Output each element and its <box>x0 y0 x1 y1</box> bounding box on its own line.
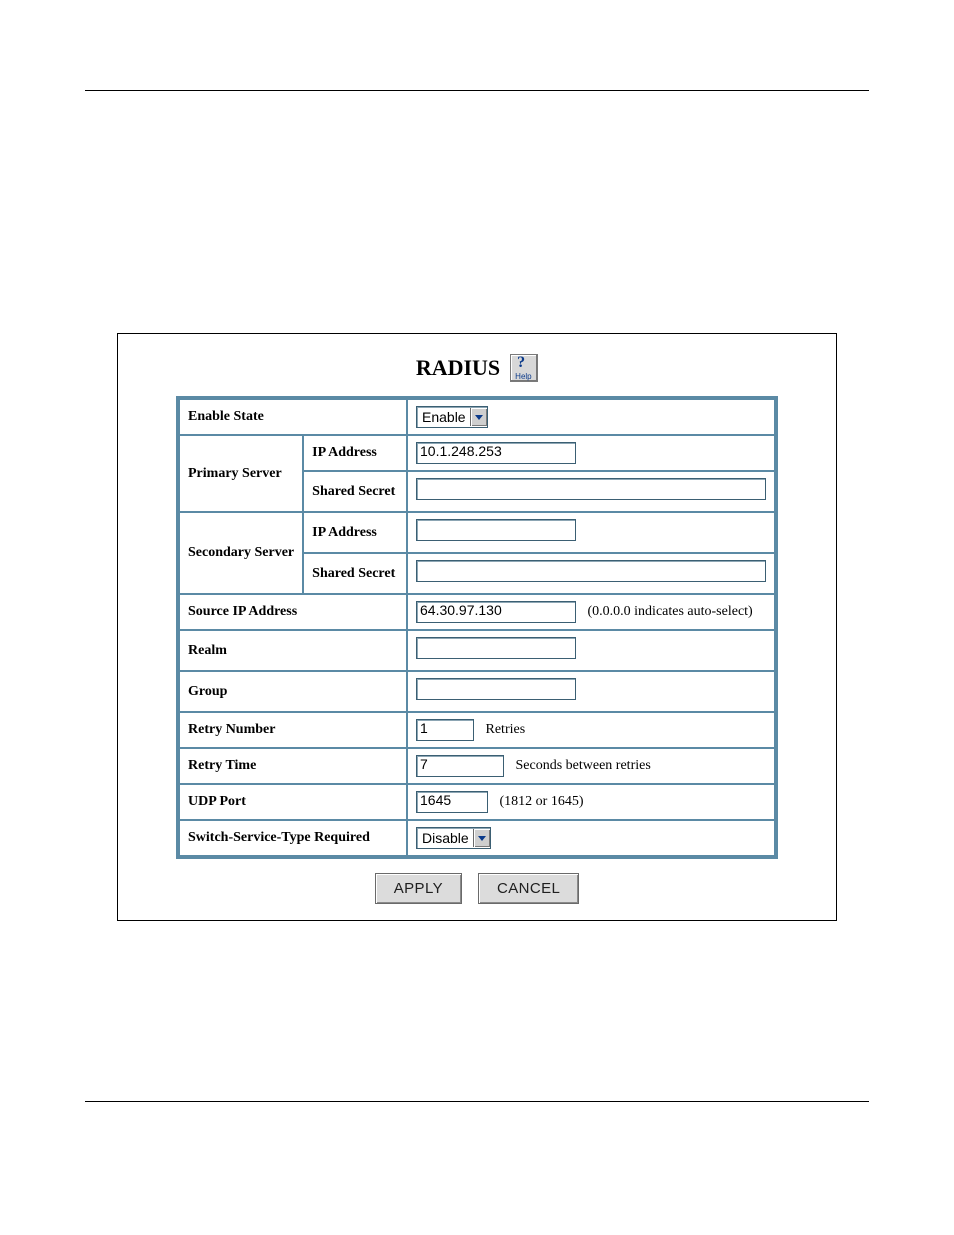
cell-realm <box>407 630 775 671</box>
retry-number-hint: Retries <box>486 722 526 738</box>
apply-button[interactable]: APPLY <box>375 873 462 904</box>
udp-port-input[interactable]: 1645 <box>416 791 488 813</box>
chevron-down-icon <box>470 408 487 426</box>
retry-time-input[interactable]: 7 <box>416 755 504 777</box>
group-input[interactable] <box>416 678 576 700</box>
cell-retry-number: 1 Retries <box>407 712 775 748</box>
cell-primary-secret <box>407 471 775 512</box>
label-group: Group <box>179 671 407 712</box>
label-secondary-secret: Shared Secret <box>303 553 407 594</box>
label-source-ip: Source IP Address <box>179 594 407 630</box>
enable-state-value: Enable <box>420 409 470 425</box>
switch-service-type-select[interactable]: Disable <box>416 827 491 849</box>
radius-form-table: Enable State Enable Primary Server IP Ad… <box>178 398 776 857</box>
retry-number-input[interactable]: 1 <box>416 719 474 741</box>
cell-primary-ip: 10.1.248.253 <box>407 435 775 471</box>
label-enable-state: Enable State <box>179 399 407 435</box>
chevron-down-icon <box>473 829 490 847</box>
secondary-ip-input[interactable] <box>416 519 576 541</box>
cancel-button[interactable]: CANCEL <box>478 873 579 904</box>
cell-udp-port: 1645 (1812 or 1645) <box>407 784 775 820</box>
cell-switch-service-type: Disable <box>407 820 775 856</box>
cell-retry-time: 7 Seconds between retries <box>407 748 775 784</box>
bottom-separator <box>85 1101 869 1102</box>
label-retry-number: Retry Number <box>179 712 407 748</box>
source-ip-hint: (0.0.0.0 indicates auto-select) <box>588 604 753 620</box>
source-ip-input[interactable]: 64.30.97.130 <box>416 601 576 623</box>
cell-secondary-ip <box>407 512 775 553</box>
label-secondary-ip: IP Address <box>303 512 407 553</box>
udp-port-hint: (1812 or 1645) <box>500 794 584 810</box>
primary-ip-input[interactable]: 10.1.248.253 <box>416 442 576 464</box>
cell-source-ip: 64.30.97.130 (0.0.0.0 indicates auto-sel… <box>407 594 775 630</box>
label-primary-server: Primary Server <box>179 435 303 512</box>
help-button[interactable]: ? Help <box>510 354 538 382</box>
label-switch-service-type: Switch-Service-Type Required <box>179 820 407 856</box>
switch-service-type-value: Disable <box>420 830 473 846</box>
retry-time-hint: Seconds between retries <box>516 758 651 774</box>
cell-group <box>407 671 775 712</box>
top-separator <box>85 90 869 91</box>
help-button-label: Help <box>515 372 531 381</box>
enable-state-select[interactable]: Enable <box>416 406 488 428</box>
help-icon: ? <box>517 354 525 372</box>
label-udp-port: UDP Port <box>179 784 407 820</box>
radius-panel: RADIUS ? Help Enable State Enable <box>117 333 837 921</box>
label-primary-ip: IP Address <box>303 435 407 471</box>
cell-enable-state: Enable <box>407 399 775 435</box>
label-realm: Realm <box>179 630 407 671</box>
secondary-secret-input[interactable] <box>416 560 766 582</box>
label-retry-time: Retry Time <box>179 748 407 784</box>
label-secondary-server: Secondary Server <box>179 512 303 594</box>
realm-input[interactable] <box>416 637 576 659</box>
label-primary-secret: Shared Secret <box>303 471 407 512</box>
cell-secondary-secret <box>407 553 775 594</box>
primary-secret-input[interactable] <box>416 478 766 500</box>
panel-title: RADIUS <box>416 355 500 381</box>
